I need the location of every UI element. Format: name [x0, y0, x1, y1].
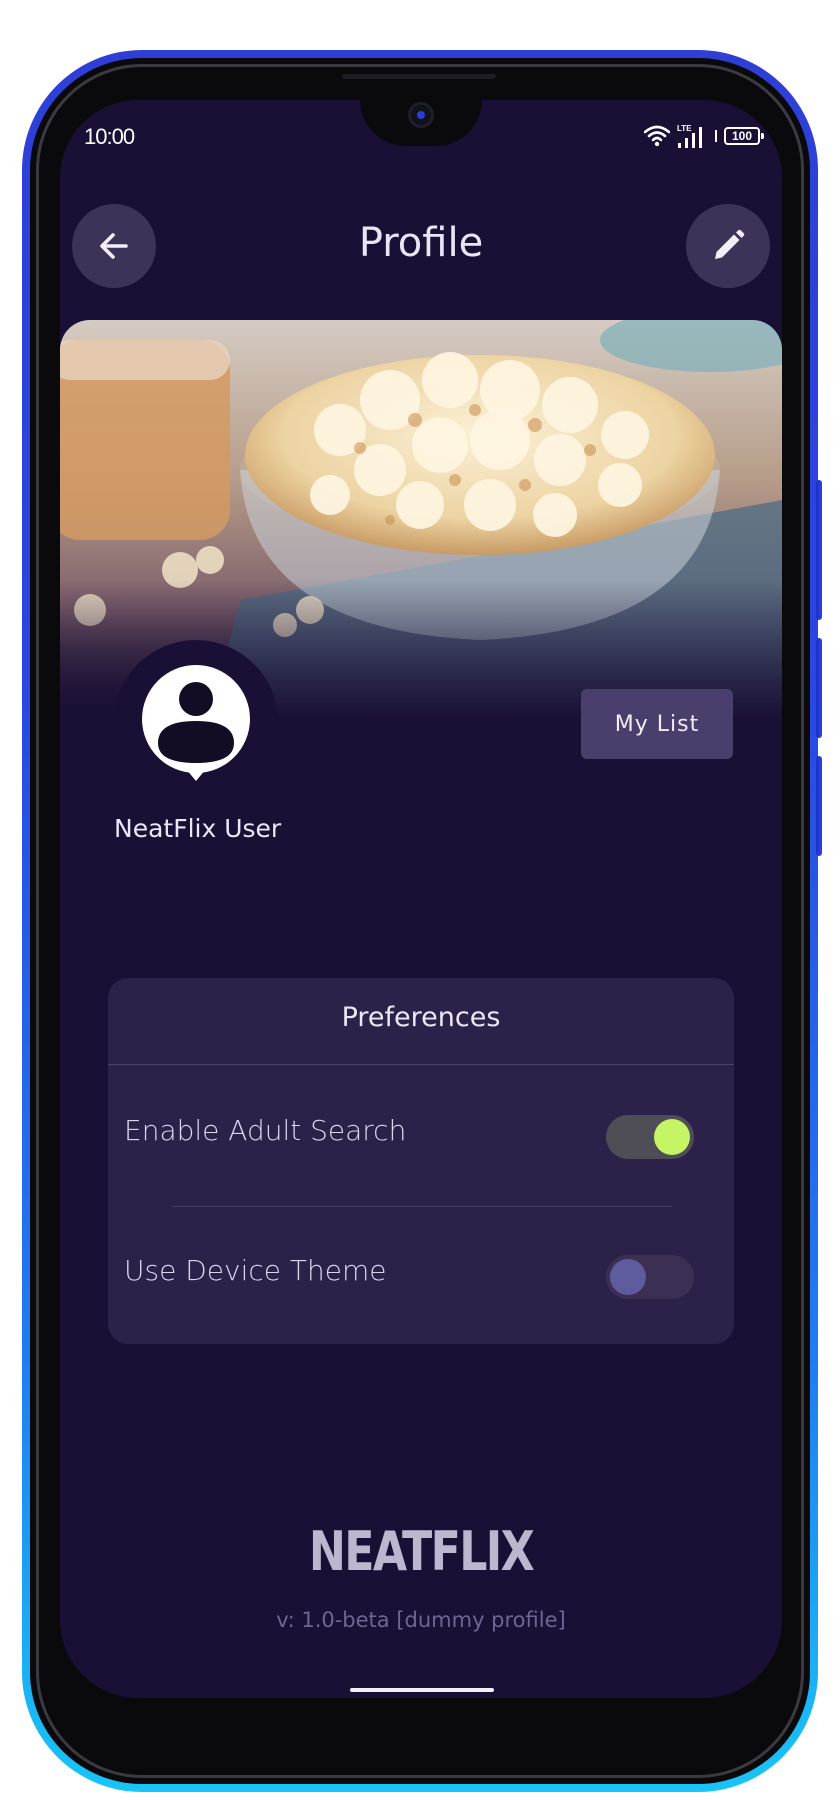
volume-up-key: [816, 638, 822, 738]
user-name: NeatFlix User: [114, 814, 282, 843]
my-list-button[interactable]: My List: [581, 689, 733, 759]
home-indicator[interactable]: [350, 1688, 494, 1692]
network-label: LTE: [677, 124, 692, 133]
brand-logo: NEATFLIX: [308, 1520, 535, 1583]
preferences-title: Preferences: [341, 1002, 501, 1033]
volume-down-key: [816, 756, 822, 856]
pencil-icon: [715, 229, 745, 259]
toggle-knob: [610, 1259, 646, 1295]
edit-profile-button[interactable]: [686, 204, 770, 288]
wifi-icon: [644, 125, 670, 147]
pref-label-adult-search: Enable Adult Search: [124, 1114, 407, 1147]
lte-signal-icon: LTE: [677, 124, 702, 148]
status-icons: LTE 100: [644, 122, 764, 150]
phone-mockup: 10:00 LTE 100 Profile NeatFlix User My L…: [0, 0, 840, 1800]
device-theme-toggle[interactable]: [606, 1255, 694, 1299]
version-text: v: 1.0-beta [dummy profile]: [276, 1608, 566, 1632]
battery-icon: 100: [724, 127, 764, 145]
toggle-knob: [654, 1119, 690, 1155]
pref-label-device-theme: Use Device Theme: [124, 1254, 387, 1287]
divider-icon: [715, 130, 717, 142]
row-divider: [172, 1206, 672, 1207]
camera-notch: [360, 100, 482, 146]
power-key: [816, 480, 822, 620]
preferences-card: Preferences Enable Adult Search Use Devi…: [108, 978, 734, 1344]
page-title: Profile: [358, 220, 484, 266]
front-camera-icon: [408, 102, 434, 128]
adult-search-toggle[interactable]: [606, 1115, 694, 1159]
user-avatar-icon[interactable]: [137, 663, 255, 781]
app-screen: 10:00 LTE 100 Profile NeatFlix User My L…: [60, 100, 782, 1698]
earpiece-speaker: [342, 74, 496, 79]
status-time: 10:00: [84, 124, 135, 149]
preferences-divider: [108, 1064, 734, 1065]
